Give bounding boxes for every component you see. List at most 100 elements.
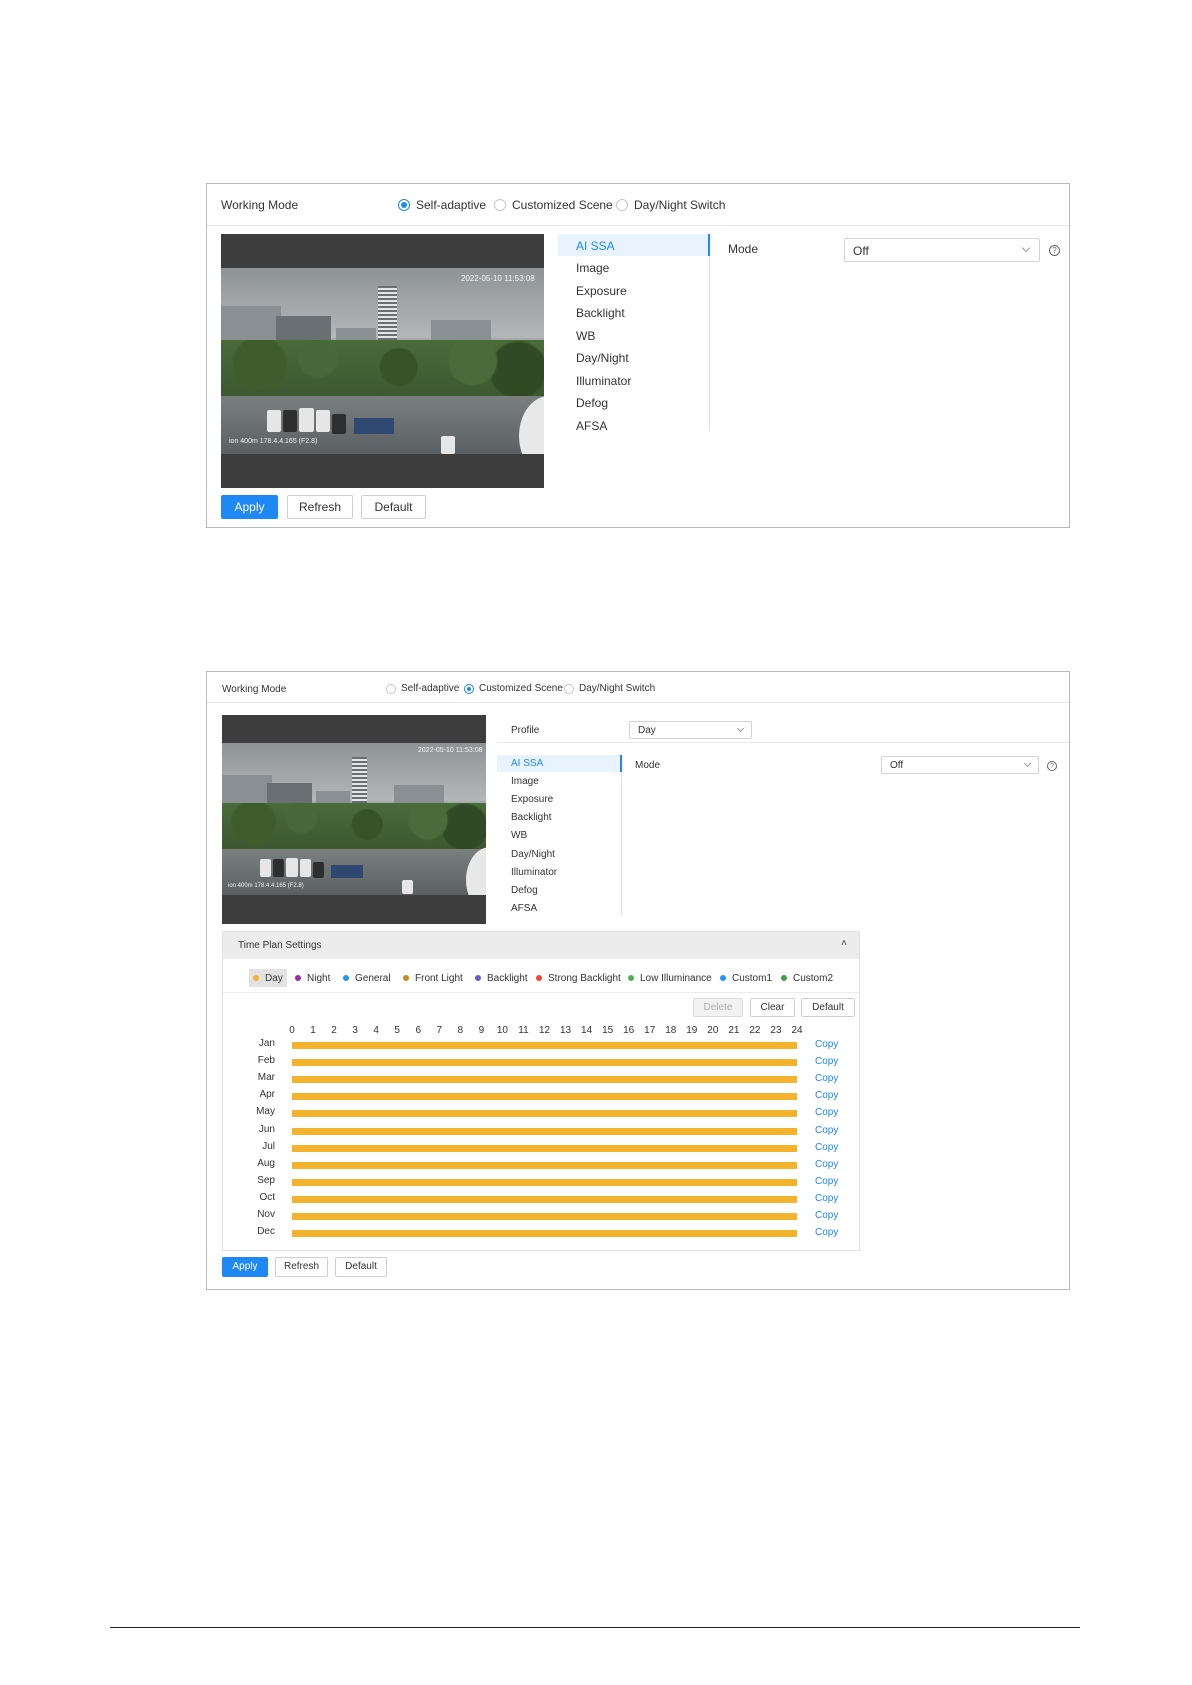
live-video-preview[interactable]: 2022-05-10 11:53:08 ion 400m 178.4.4.165… (221, 234, 544, 488)
page-footer-rule (110, 1627, 1080, 1628)
copy-link-may[interactable]: Copy (815, 1107, 838, 1118)
copy-link-aug[interactable]: Copy (815, 1159, 838, 1170)
copy-link-oct[interactable]: Copy (815, 1193, 838, 1204)
menu-item-label: AI SSA (511, 758, 544, 769)
profile-select[interactable]: Day (629, 721, 752, 739)
apply-button[interactable]: Apply (221, 495, 278, 519)
copy-link-jul[interactable]: Copy (815, 1142, 838, 1153)
live-video-preview[interactable]: 2022-05-10 11:53:08 ion 400m 178.4.4.165… (222, 715, 486, 924)
menu-item-label: Backlight (576, 306, 625, 320)
schedule-bar-aug[interactable] (292, 1161, 797, 1169)
schedule-bar-jun[interactable] (292, 1127, 797, 1135)
hour-tick-label: 4 (373, 1025, 379, 1036)
menu-item-label: AFSA (511, 903, 538, 914)
menu-item-image[interactable]: Image (558, 256, 709, 278)
menu-item-label: Day/Night (576, 351, 629, 365)
month-label: Feb (257, 1055, 275, 1067)
menu-item-illuminator[interactable]: Illuminator (558, 369, 709, 391)
menu-item-label: AI SSA (576, 239, 615, 253)
help-icon[interactable]: ? (1047, 761, 1057, 771)
help-icon[interactable]: ? (1049, 245, 1060, 256)
menu-item-day-night[interactable]: Day/Night (497, 846, 621, 863)
legend-backlight[interactable]: Backlight (475, 969, 528, 987)
copy-link-feb[interactable]: Copy (815, 1056, 838, 1067)
chevron-up-icon[interactable]: ˄ (841, 938, 847, 949)
legend-label: Strong Backlight (548, 972, 621, 984)
legend-custom1[interactable]: Custom1 (720, 969, 772, 987)
copy-link-mar[interactable]: Copy (815, 1073, 838, 1084)
legend-front-light[interactable]: Front Light (403, 969, 463, 987)
default-button[interactable]: Default (335, 1257, 387, 1277)
schedule-bar-jan[interactable] (292, 1042, 797, 1049)
menu-item-label: Day/Night (511, 849, 555, 860)
menu-item-backlight[interactable]: Backlight (497, 809, 621, 826)
copy-link-apr[interactable]: Copy (815, 1090, 838, 1101)
legend-night[interactable]: Night (295, 969, 330, 987)
delete-button[interactable]: Delete (693, 998, 743, 1017)
radio-day-night-switch[interactable]: Day/Night Switch (616, 198, 725, 212)
legend-label: Night (307, 972, 331, 984)
hour-tick-label: 5 (394, 1025, 400, 1036)
schedule-bar-apr[interactable] (292, 1093, 797, 1101)
legend-label: Custom2 (793, 972, 834, 984)
schedule-bar-feb[interactable] (292, 1059, 797, 1067)
radio-self-adaptive[interactable]: Self-adaptive (398, 198, 486, 212)
legend-general[interactable]: General (343, 969, 391, 987)
working-mode-label: Working Mode (221, 198, 299, 212)
default-button[interactable]: Default (361, 495, 426, 519)
schedule-bar-nov[interactable] (292, 1213, 797, 1220)
menu-item-exposure[interactable]: Exposure (558, 279, 709, 301)
legend-day[interactable]: Day (249, 969, 287, 987)
time-plan-default-button[interactable]: Default (801, 998, 855, 1017)
menu-item-exposure[interactable]: Exposure (497, 791, 621, 808)
menu-item-wb[interactable]: WB (558, 324, 709, 346)
copy-link-dec[interactable]: Copy (815, 1227, 838, 1238)
copy-link-jan[interactable]: Copy (815, 1039, 838, 1050)
copy-link-jun[interactable]: Copy (815, 1125, 838, 1136)
image-settings-menu: AI SSA Image Exposure Backlight WB Day/N… (497, 755, 622, 915)
schedule-bar-may[interactable] (292, 1110, 797, 1118)
menu-item-afsa[interactable]: AFSA (558, 414, 709, 436)
mode-select[interactable]: Off (881, 756, 1039, 774)
apply-button[interactable]: Apply (222, 1257, 268, 1277)
menu-item-wb[interactable]: WB (497, 827, 621, 844)
time-plan-header[interactable]: Time Plan Settings ˄ (223, 932, 859, 959)
menu-item-afsa[interactable]: AFSA (497, 900, 621, 917)
schedule-bar-oct[interactable] (292, 1195, 797, 1203)
schedule-bar-jul[interactable] (292, 1144, 797, 1152)
menu-item-ai-ssa[interactable]: AI SSA (497, 755, 622, 772)
refresh-button[interactable]: Refresh (275, 1257, 328, 1277)
radio-unselected-icon (386, 683, 396, 694)
menu-item-ai-ssa[interactable]: AI SSA (558, 234, 710, 256)
hour-tick-label: 7 (436, 1025, 443, 1036)
menu-item-label: WB (511, 830, 528, 841)
schedule-bar-sep[interactable] (292, 1178, 797, 1186)
radio-customized-scene[interactable]: Customized Scene (494, 198, 613, 212)
menu-item-illuminator[interactable]: Illuminator (497, 864, 621, 881)
schedule-bar-mar[interactable] (292, 1076, 797, 1084)
mode-select-value: Off (890, 760, 904, 771)
menu-item-backlight[interactable]: Backlight (558, 301, 709, 323)
legend-custom2[interactable]: Custom2 (781, 969, 833, 987)
radio-self-adaptive[interactable]: Self-adaptive (386, 683, 459, 694)
legend-strong-backlight[interactable]: Strong Backlight (536, 969, 621, 987)
refresh-button[interactable]: Refresh (287, 495, 353, 519)
hour-tick-label: 18 (665, 1025, 677, 1036)
legend-label: Low Illuminance (640, 972, 712, 984)
copy-link-nov[interactable]: Copy (815, 1210, 838, 1221)
copy-link-sep[interactable]: Copy (815, 1176, 838, 1187)
menu-item-day-night[interactable]: Day/Night (558, 346, 709, 368)
menu-item-label: Defog (511, 885, 538, 896)
schedule-bar-dec[interactable] (292, 1230, 797, 1238)
menu-item-image[interactable]: Image (497, 773, 621, 790)
menu-item-defog[interactable]: Defog (497, 882, 621, 899)
radio-customized-scene[interactable]: Customized Scene (464, 683, 563, 694)
menu-item-defog[interactable]: Defog (558, 391, 709, 413)
mode-select[interactable]: Off (844, 238, 1040, 262)
month-label: Jan (258, 1038, 275, 1049)
radio-unselected-icon (616, 199, 628, 211)
radio-day-night-switch[interactable]: Day/Night Switch (564, 683, 655, 694)
time-plan-title: Time Plan Settings (238, 940, 322, 951)
clear-button[interactable]: Clear (750, 998, 795, 1017)
legend-low-illuminance[interactable]: Low Illuminance (628, 969, 712, 987)
